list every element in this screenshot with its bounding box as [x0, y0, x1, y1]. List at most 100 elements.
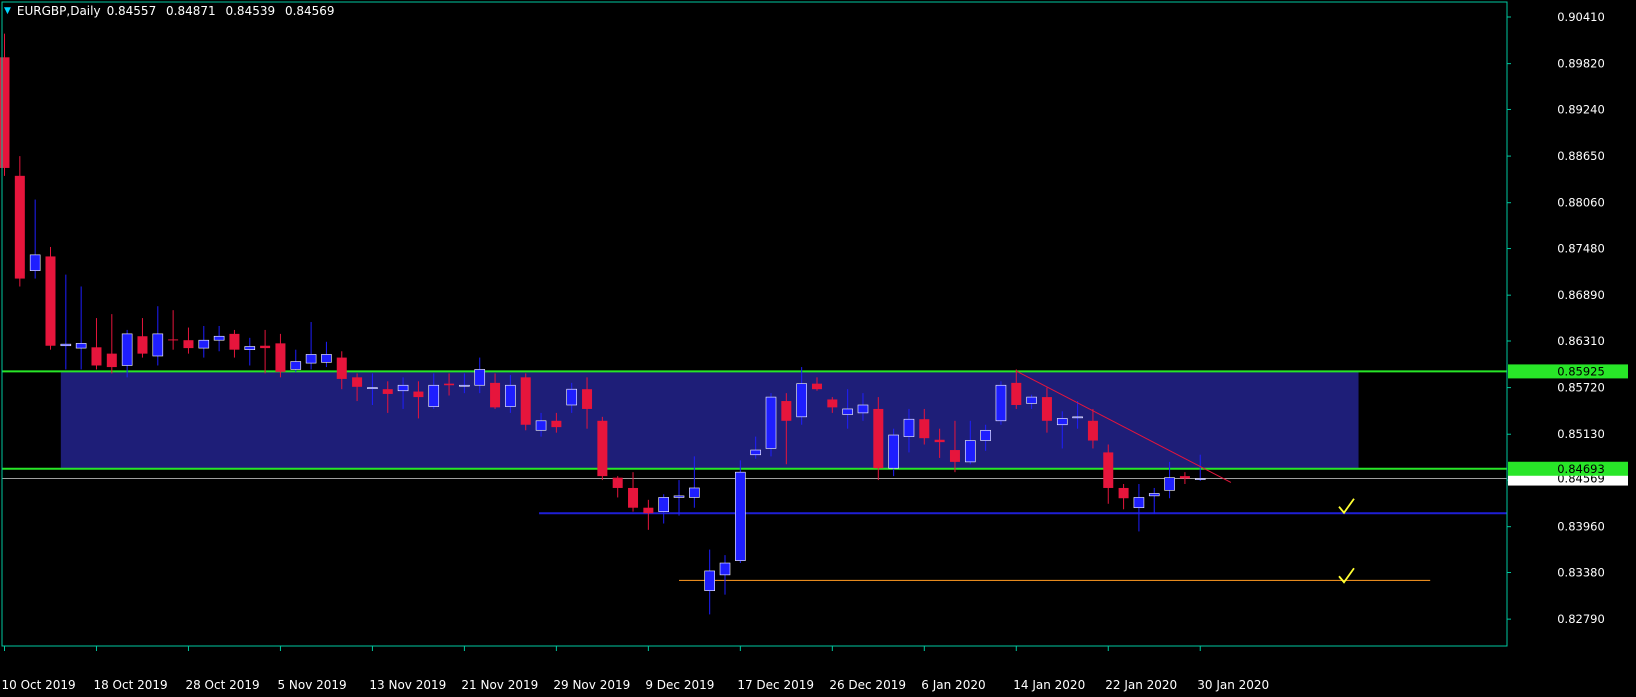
- candle-body: [643, 507, 654, 514]
- candle-body: [964, 440, 976, 463]
- candle-body: [597, 420, 608, 477]
- candle-body: [137, 336, 148, 354]
- lower-zone-tag: 0.84693: [1557, 462, 1605, 476]
- candle-body: [1164, 477, 1175, 491]
- date-label: 10 Oct 2019: [2, 678, 76, 692]
- candle-body: [121, 333, 133, 366]
- candle-body: [505, 384, 516, 407]
- upper-zone-tag: 0.85925: [1557, 364, 1605, 378]
- candle-body: [1194, 478, 1206, 480]
- candle-body: [152, 333, 164, 357]
- price-label: 0.85720: [1557, 381, 1605, 395]
- chart-window[interactable]: 0.90410 0.89820 0.89240 0.88650 0.88060 0.874…: [0, 0, 1636, 697]
- candle-body: [0, 57, 10, 168]
- close-value: 0.84569: [284, 4, 335, 18]
- candle-body: [367, 387, 378, 389]
- candle-body: [336, 357, 347, 379]
- date-label: 29 Nov 2019: [553, 678, 630, 692]
- date-label: 5 Nov 2019: [277, 678, 346, 692]
- candle-body: [213, 335, 225, 341]
- candle-body: [229, 333, 240, 350]
- symbol-label: EURGBP,Daily: [16, 4, 101, 18]
- resistance-zone-rectangle: [60, 371, 1359, 469]
- date-label: 9 Dec 2019: [645, 678, 714, 692]
- candle-body: [1026, 396, 1037, 404]
- candle-body: [735, 471, 746, 561]
- high-value: 0.84871: [166, 4, 216, 18]
- candle-body: [1133, 497, 1145, 509]
- open-value: 0.84557: [106, 4, 157, 18]
- candle-body: [459, 384, 470, 387]
- candle-body: [796, 383, 807, 418]
- date-label: 30 Jan 2020: [1197, 678, 1269, 692]
- candle-body: [873, 408, 884, 469]
- candle-body: [1011, 382, 1022, 405]
- price-label: 0.88060: [1557, 196, 1605, 210]
- date-label: 6 Jan 2020: [921, 678, 985, 692]
- candle-body: [428, 384, 440, 407]
- candle-body: [811, 383, 822, 390]
- candle-body: [582, 389, 593, 409]
- candle-body: [198, 339, 210, 349]
- candle-body: [1148, 493, 1160, 497]
- candle-body: [244, 346, 256, 350]
- plot-frame: [1, 1, 1508, 647]
- candle-body: [413, 391, 424, 398]
- date-label: 28 Oct 2019: [185, 678, 259, 692]
- candle-body: [474, 369, 486, 386]
- candle-body: [704, 570, 715, 591]
- price-label: 0.86890: [1557, 288, 1605, 302]
- chart-header: ▼ EURGBP,Daily 0.84557 0.84871 0.84539 0…: [4, 4, 341, 18]
- candle-body: [305, 354, 317, 364]
- price-label: 0.88650: [1557, 149, 1605, 163]
- candle-body: [719, 562, 731, 576]
- collapse-triangle-icon[interactable]: ▼: [4, 6, 11, 16]
- date-label: 21 Nov 2019: [461, 678, 538, 692]
- candle-body: [168, 339, 179, 341]
- candle-body: [520, 377, 531, 425]
- candle-body: [1087, 420, 1098, 441]
- candle-body: [842, 408, 853, 415]
- candle-body: [781, 401, 792, 421]
- price-label: 0.89820: [1557, 57, 1605, 71]
- candle-body: [750, 449, 761, 456]
- candle-body: [352, 377, 363, 387]
- candle-body: [490, 382, 501, 408]
- date-label: 18 Oct 2019: [93, 678, 167, 692]
- candle-body: [673, 495, 685, 498]
- candle-body: [1118, 487, 1129, 499]
- candle-body: [1056, 418, 1068, 426]
- date-label: 22 Jan 2020: [1105, 678, 1177, 692]
- price-label: 0.85130: [1557, 427, 1605, 441]
- candle-body: [29, 254, 41, 271]
- price-chart[interactable]: 0.90410 0.89820 0.89240 0.88650 0.88060 0.874…: [0, 0, 1636, 697]
- date-label: 13 Nov 2019: [369, 678, 446, 692]
- candle-body: [1072, 416, 1083, 419]
- candle-body: [888, 434, 899, 469]
- candle-body: [1041, 397, 1052, 421]
- candle-body: [397, 384, 409, 392]
- candle-body: [382, 389, 393, 394]
- price-label: 0.90410: [1557, 10, 1605, 24]
- candle-body: [290, 361, 302, 370]
- candle-body: [934, 439, 945, 443]
- candle-body: [60, 343, 72, 347]
- candle-body: [949, 450, 960, 462]
- candle-body: [765, 396, 777, 449]
- price-label: 0.82790: [1557, 612, 1605, 626]
- candle-body: [14, 175, 25, 279]
- candle-body: [612, 477, 623, 488]
- candle-body: [444, 383, 455, 386]
- ohlc-values: 0.84557 0.84871 0.84539 0.84569: [107, 4, 341, 18]
- candle-body: [827, 399, 838, 408]
- candle-body: [275, 343, 286, 372]
- candle-body: [260, 345, 271, 349]
- price-label: 0.83960: [1557, 520, 1605, 534]
- candle-body: [45, 256, 56, 346]
- candle-body: [995, 384, 1007, 422]
- candle-body: [980, 429, 991, 441]
- candle-body: [903, 418, 915, 437]
- date-label: 26 Dec 2019: [829, 678, 906, 692]
- date-label: 14 Jan 2020: [1013, 678, 1085, 692]
- candle-body: [75, 343, 87, 349]
